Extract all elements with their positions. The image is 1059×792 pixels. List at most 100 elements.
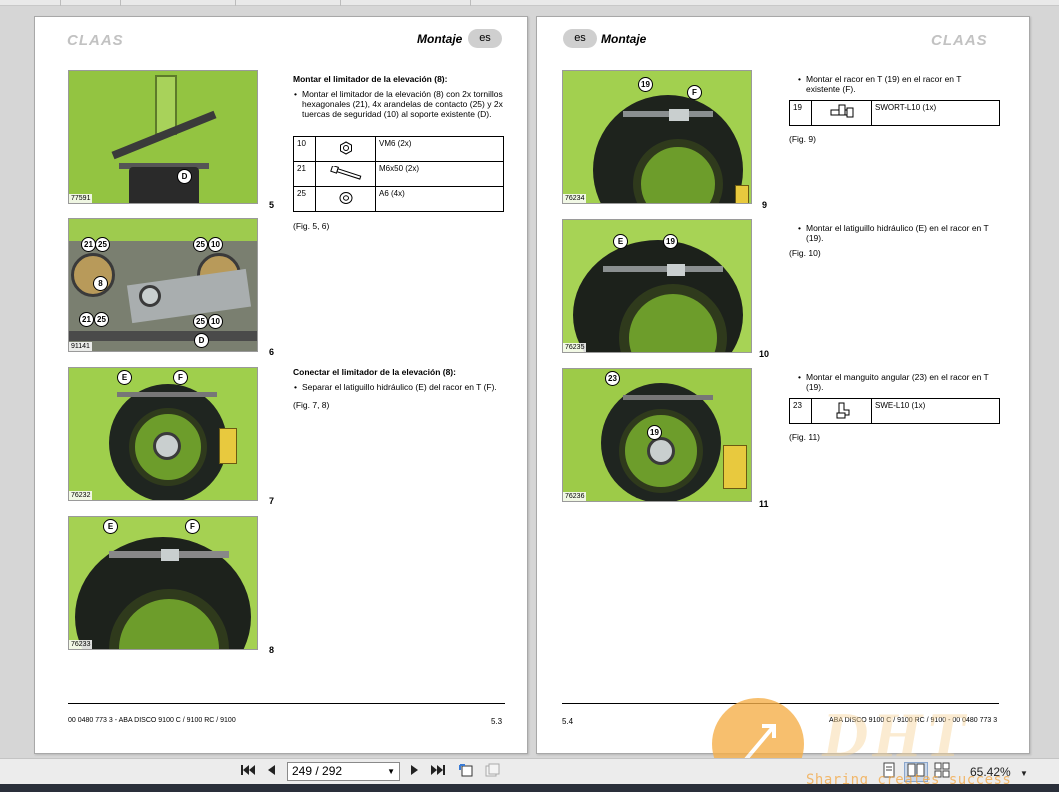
figure-number: 11 [759, 499, 769, 509]
last-page-icon[interactable] [428, 762, 448, 782]
table-row: 23 SWE-L10 (1x) [789, 398, 1000, 424]
image-number: 91141 [69, 342, 92, 351]
figure-10-photo: E 19 76235 [562, 219, 752, 353]
figure-6-photo: 21 25 25 10 8 21 25 25 10 D 91141 [68, 218, 258, 352]
washer-icon [315, 186, 376, 212]
claas-logo: CLAAS [67, 32, 124, 49]
instruction-bullet: Montar el racor en T (19) en el racor en… [798, 74, 997, 94]
figure-reference: (Fig. 11) [789, 432, 821, 442]
callout-23: 23 [605, 371, 620, 386]
page-number-input[interactable]: 249 / 292 ▼ [287, 762, 400, 781]
prev-page-icon[interactable] [262, 762, 280, 782]
table-row: 25 A6 (4x) [293, 186, 504, 212]
callout-d: D [177, 169, 192, 184]
figure-number: 8 [269, 645, 275, 655]
callout-25: 25 [193, 237, 208, 252]
callout-10: 10 [208, 314, 223, 329]
callout-8: 8 [93, 276, 108, 291]
tee-fitting-icon [811, 100, 872, 126]
image-number: 76232 [69, 491, 93, 500]
part-description: SWE-L10 (1x) [871, 398, 1000, 424]
figure-number: 7 [269, 496, 275, 506]
go-back-view-icon[interactable] [456, 762, 476, 782]
part-description: A6 (4x) [375, 186, 504, 212]
callout-21: 21 [79, 312, 94, 327]
image-number: 76234 [563, 194, 587, 203]
figure-number: 6 [269, 347, 275, 357]
section-connect-limiter: Conectar el limitador de la elevación (8… [293, 367, 503, 410]
callout-f: F [687, 85, 702, 100]
part-description: VM6 (2x) [375, 136, 504, 162]
callout-19: 19 [663, 234, 678, 249]
step-mount-hose: Montar el latiguillo hidráulico (E) en e… [797, 223, 997, 247]
part-number: 21 [293, 161, 316, 187]
part-number: 25 [293, 186, 316, 212]
footer-doc-id: 00 0480 773 3 - ABA DISCO 9100 C / 9100 … [68, 717, 236, 724]
page-title: Montaje [601, 32, 647, 46]
figure-11-photo: 23 19 76236 [562, 368, 752, 502]
elbow-fitting-icon [811, 398, 872, 424]
part-description: M6x50 (2x) [375, 161, 504, 187]
table-row: 21 M6x50 (2x) [293, 161, 504, 187]
callout-19: 19 [647, 425, 662, 440]
language-badge: es [563, 29, 597, 48]
parts-table: 23 SWE-L10 (1x) [789, 398, 1000, 424]
figure-number: 10 [759, 349, 770, 359]
callout-25: 25 [94, 312, 109, 327]
section-mount-limiter: Montar el limitador de la elevación (8):… [293, 74, 503, 123]
step-mount-tee: Montar el racor en T (19) en el racor en… [797, 74, 997, 98]
taskbar-strip [0, 784, 1059, 792]
callout-f: F [173, 370, 188, 385]
next-page-icon[interactable] [406, 762, 424, 782]
footer-rule [68, 703, 505, 704]
image-number: 76235 [563, 343, 587, 352]
parts-table: 10 VM6 (2x) 21 M6x50 (2x) 25 A6 (4x) [293, 136, 504, 212]
nut-icon [315, 136, 376, 162]
callout-19: 19 [638, 77, 653, 92]
part-number: 19 [789, 100, 812, 126]
first-page-icon[interactable] [238, 762, 258, 782]
document-viewer[interactable]: CLAAS Montaje es D 77591 5 21 25 25 10 8… [0, 6, 1059, 790]
claas-logo: CLAAS [931, 32, 988, 49]
parts-table: 19 SWORT-L10 (1x) [789, 100, 1000, 126]
instruction-bullet: Montar el manguito angular (23) en el ra… [798, 372, 997, 392]
image-number: 76236 [563, 492, 587, 501]
callout-e: E [103, 519, 118, 534]
chevron-down-icon[interactable]: ▼ [1020, 769, 1028, 778]
callout-e: E [117, 370, 132, 385]
part-number: 23 [789, 398, 812, 424]
callout-d: D [194, 333, 209, 348]
footer-page-number: 5.4 [562, 717, 574, 726]
figure-reference: (Fig. 9) [789, 134, 816, 144]
page-5-4: es Montaje CLAAS 19 F 76234 9 E 19 76235… [536, 16, 1030, 754]
figure-5-photo: D 77591 [68, 70, 258, 204]
callout-f: F [185, 519, 200, 534]
image-number: 76233 [69, 640, 93, 649]
figure-number: 9 [762, 200, 768, 210]
figure-reference: (Fig. 7, 8) [293, 400, 330, 410]
image-number: 77591 [69, 194, 93, 203]
figure-7-photo: E F 76232 [68, 367, 258, 501]
language-badge: es [468, 29, 502, 48]
figure-reference: (Fig. 5, 6) [293, 221, 330, 231]
table-row: 19 SWORT-L10 (1x) [789, 100, 1000, 126]
callout-25: 25 [95, 237, 110, 252]
callout-10: 10 [208, 237, 223, 252]
page-5-3: CLAAS Montaje es D 77591 5 21 25 25 10 8… [34, 16, 528, 754]
section-heading: Conectar el limitador de la elevación (8… [293, 367, 456, 377]
instruction-bullet: Montar el limitador de la elevación (8) … [294, 89, 503, 119]
go-forward-view-icon[interactable] [482, 762, 502, 782]
footer-page-number: 5.3 [491, 717, 503, 726]
callout-21: 21 [81, 237, 96, 252]
callout-e: E [613, 234, 628, 249]
part-number: 10 [293, 136, 316, 162]
figure-reference: (Fig. 10) [789, 248, 821, 258]
chevron-down-icon[interactable]: ▼ [387, 763, 395, 780]
instruction-bullet: Montar el latiguillo hidráulico (E) en e… [798, 223, 997, 243]
callout-25: 25 [193, 314, 208, 329]
page-number-value: 249 / 292 [292, 764, 343, 778]
instruction-bullet: Separar el latiguillo hidráulico (E) del… [294, 382, 503, 392]
figure-8-photo: E F 76233 [68, 516, 258, 650]
table-row: 10 VM6 (2x) [293, 136, 504, 162]
bolt-icon [315, 161, 376, 187]
